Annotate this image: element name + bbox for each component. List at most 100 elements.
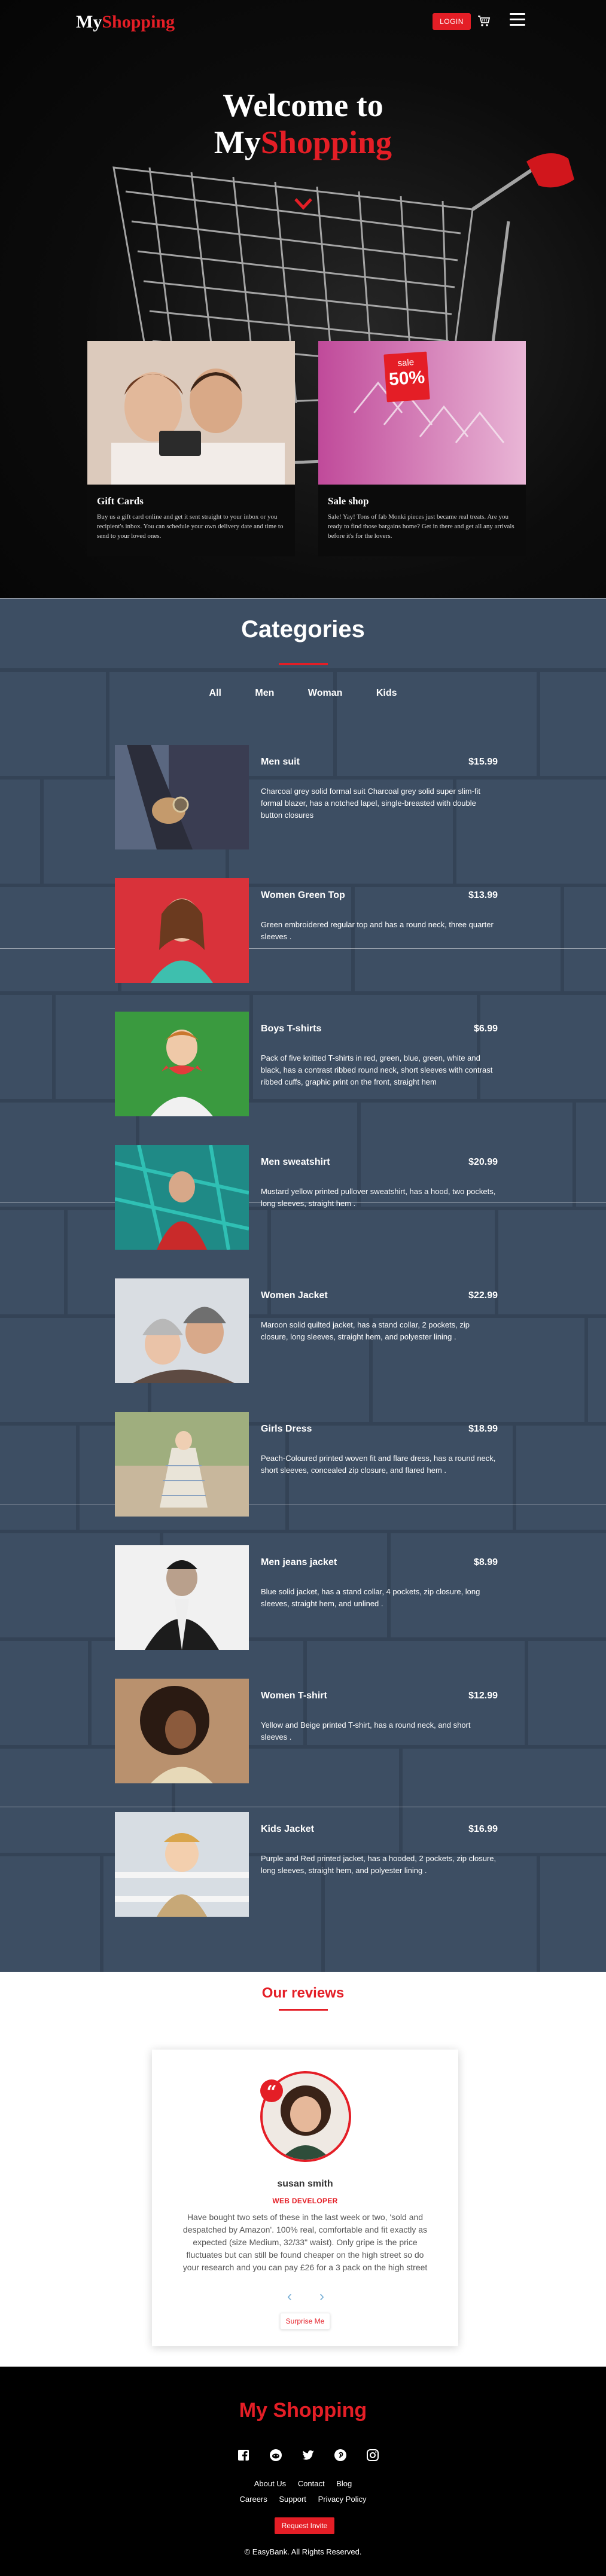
product-card[interactable]: Women Green Top $13.99 Green embroidered… <box>115 878 498 983</box>
product-price: $20.99 <box>468 1157 498 1167</box>
quote-icon: “ <box>260 2079 283 2103</box>
product-description: Maroon solid quilted jacket, has a stand… <box>261 1320 470 1341</box>
filter-all[interactable]: All <box>209 688 221 699</box>
product-description: Green embroidered regular top and has a … <box>261 920 494 941</box>
product-image <box>115 745 249 849</box>
footer-links-row1: About Us Contact Blog <box>0 2479 606 2488</box>
categories-section: Categories All Men Woman Kids Men suit $… <box>0 598 606 1972</box>
product-name: Women Green Top <box>261 890 345 900</box>
review-text: Have bought two sets of these in the las… <box>182 2212 428 2272</box>
product-price: $6.99 <box>473 1024 498 1034</box>
request-invite-button[interactable]: Request Invite <box>275 2517 334 2534</box>
filter-men[interactable]: Men <box>255 688 274 699</box>
footer-link-about-us[interactable]: About Us <box>254 2479 286 2488</box>
hamburger-menu-icon[interactable] <box>510 13 525 28</box>
product-price: $13.99 <box>468 890 498 900</box>
brand-text-primary: My <box>76 12 102 32</box>
product-price: $16.99 <box>468 1824 498 1834</box>
product-description: Yellow and Beige printed T-shirt, has a … <box>261 1721 471 1741</box>
footer-brand: My Shopping <box>239 2399 367 2422</box>
filter-woman[interactable]: Woman <box>308 688 342 699</box>
footer-links-row2: Careers Support Privacy Policy <box>0 2495 606 2504</box>
top-nav: MyShopping LOGIN <box>0 0 606 45</box>
title-underline <box>279 663 328 665</box>
product-card[interactable]: Women T-shirt $12.99 Yellow and Beige pr… <box>115 1679 498 1783</box>
social-links <box>236 2448 380 2462</box>
product-price: $15.99 <box>468 757 498 767</box>
product-card[interactable]: Boys T-shirts $6.99 Pack of five knitted… <box>115 1012 498 1116</box>
brand-logo[interactable]: MyShopping <box>76 12 175 32</box>
promo-title: Sale shop <box>328 495 369 507</box>
promo-text: Sale! Yay! Tons of fab Monki pieces just… <box>328 513 514 540</box>
product-image <box>115 1812 249 1917</box>
product-image <box>115 1012 249 1116</box>
product-name: Men jeans jacket <box>261 1557 337 1567</box>
product-image <box>115 1145 249 1250</box>
twitter-icon[interactable] <box>301 2448 315 2462</box>
product-name: Men suit <box>261 757 300 767</box>
product-card[interactable]: Kids Jacket $16.99 Purple and Red printe… <box>115 1812 498 1917</box>
product-price: $22.99 <box>468 1290 498 1301</box>
sale-tag-number: 50% <box>388 367 426 390</box>
hero-title-brand-primary: My <box>214 124 261 160</box>
footer: My Shopping About Us Contact Blog Career… <box>0 2367 606 2576</box>
copyright-text: © EasyBank. All Rights Reserved. <box>244 2547 362 2556</box>
product-description: Peach-Coloured printed woven fit and fla… <box>261 1454 496 1475</box>
product-name: Men sweatshirt <box>261 1157 330 1167</box>
footer-link-careers[interactable]: Careers <box>240 2495 267 2504</box>
product-name: Women T-shirt <box>261 1691 327 1701</box>
reviewer-role: WEB DEVELOPER <box>272 2197 338 2205</box>
reviews-section: Our reviews “ susan smith WEB DEVELOPER … <box>0 1972 606 2367</box>
reviewer-name: susan smith <box>277 2179 333 2189</box>
product-name: Boys T-shirts <box>261 1024 322 1034</box>
chevron-down-icon[interactable] <box>294 197 313 211</box>
product-image <box>115 1545 249 1650</box>
product-image <box>115 1278 249 1383</box>
divider-line <box>0 598 606 599</box>
reddit-icon[interactable] <box>269 2448 283 2462</box>
footer-link-support[interactable]: Support <box>279 2495 306 2504</box>
filter-kids[interactable]: Kids <box>376 688 397 699</box>
pinterest-icon[interactable] <box>333 2448 348 2462</box>
footer-link-contact[interactable]: Contact <box>298 2479 325 2488</box>
hero-title-brand-accent: Shopping <box>260 124 392 160</box>
product-image <box>115 878 249 983</box>
product-name: Girls Dress <box>261 1424 312 1434</box>
product-card[interactable]: Girls Dress $18.99 Peach-Coloured printe… <box>115 1412 498 1517</box>
brand-text-accent: Shopping <box>102 12 175 32</box>
instagram-icon[interactable] <box>366 2448 380 2462</box>
product-image <box>115 1412 249 1517</box>
chevron-left-icon[interactable]: ‹ <box>284 2289 296 2304</box>
chevron-right-icon[interactable]: › <box>316 2289 328 2304</box>
category-filters: All Men Woman Kids <box>0 688 606 699</box>
sale-tag: sale 50% <box>383 351 430 403</box>
product-name: Kids Jacket <box>261 1824 314 1834</box>
hero-title-line1: Welcome to <box>223 87 383 123</box>
reviews-title: Our reviews <box>261 1985 345 2001</box>
product-card[interactable]: Men sweatshirt $20.99 Mustard yellow pri… <box>115 1145 498 1250</box>
product-card[interactable]: Men jeans jacket $8.99 Blue solid jacket… <box>115 1545 498 1650</box>
product-card[interactable]: Men suit $15.99 Charcoal grey solid form… <box>115 745 498 849</box>
product-price: $8.99 <box>473 1557 498 1567</box>
footer-link-privacy-policy[interactable]: Privacy Policy <box>318 2495 367 2504</box>
hero-title: Welcome to MyShopping <box>0 87 606 161</box>
product-name: Women Jacket <box>261 1290 328 1301</box>
footer-link-blog[interactable]: Blog <box>336 2479 352 2488</box>
promo-title: Gift Cards <box>97 495 144 507</box>
cart-icon[interactable] <box>477 14 491 28</box>
surprise-me-button[interactable]: Surprise Me <box>280 2313 330 2330</box>
product-image <box>115 1679 249 1783</box>
product-description: Blue solid jacket, has a stand collar, 4… <box>261 1587 480 1608</box>
product-description: Mustard yellow printed pullover sweatshi… <box>261 1187 496 1208</box>
review-card: “ susan smith WEB DEVELOPER Have bought … <box>152 2050 458 2346</box>
promo-card-sale-shop[interactable]: sale 50% Sale shop Sale! Yay! Tons of fa… <box>318 341 526 556</box>
hero-section: MyShopping LOGIN Welcome to MyShopping G… <box>0 0 606 598</box>
promo-card-gift-cards[interactable]: Gift Cards Buy us a gift card online and… <box>87 341 295 556</box>
login-button[interactable]: LOGIN <box>433 13 471 30</box>
product-card[interactable]: Women Jacket $22.99 Maroon solid quilted… <box>115 1278 498 1383</box>
gift-cards-image <box>87 341 295 485</box>
product-description: Charcoal grey solid formal suit Charcoal… <box>261 787 481 820</box>
title-underline <box>279 2009 328 2011</box>
facebook-icon[interactable] <box>236 2448 251 2462</box>
promo-text: Buy us a gift card online and get it sen… <box>97 513 284 540</box>
